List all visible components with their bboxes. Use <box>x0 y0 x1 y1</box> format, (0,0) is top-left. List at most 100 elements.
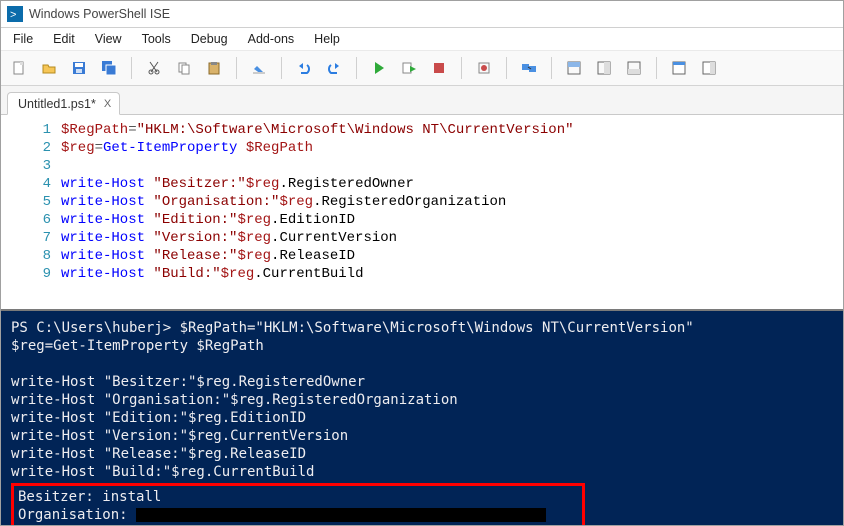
title-bar: > Windows PowerShell ISE <box>1 1 843 28</box>
layout-script-right-icon[interactable] <box>592 56 616 80</box>
line-number: 8 <box>43 248 51 264</box>
console-line: write-Host "Build:"$reg.CurrentBuild <box>11 464 314 480</box>
tab-label: Untitled1.ps1* <box>18 97 96 111</box>
app-window: > Windows PowerShell ISE File Edit View … <box>0 0 844 526</box>
console-line: write-Host "Release:"$reg.ReleaseID <box>11 446 306 462</box>
code-token: write-Host <box>61 176 153 192</box>
menu-view[interactable]: View <box>85 30 132 48</box>
open-file-icon[interactable] <box>37 56 61 80</box>
code-token: $reg <box>237 212 271 228</box>
code-token: "Version:" <box>153 230 237 246</box>
line-number: 9 <box>43 266 51 282</box>
code-token: $reg <box>61 140 95 156</box>
line-number: 4 <box>43 176 51 192</box>
output-value: install <box>102 489 161 505</box>
tab-strip: Untitled1.ps1* X <box>1 86 843 115</box>
code-token: $reg <box>221 266 255 282</box>
menu-edit[interactable]: Edit <box>43 30 85 48</box>
output-line: Organisation: <box>18 507 136 523</box>
save-all-icon[interactable] <box>97 56 121 80</box>
code-token: .CurrentBuild <box>254 266 363 282</box>
menu-tools[interactable]: Tools <box>132 30 181 48</box>
run-icon[interactable] <box>367 56 391 80</box>
line-gutter: 1 2 3 4 5 6 7 8 9 <box>1 121 61 303</box>
run-selection-icon[interactable] <box>397 56 421 80</box>
layout-script-max-icon[interactable] <box>622 56 646 80</box>
code-token: $RegPath <box>237 140 313 156</box>
code-token: = <box>128 122 136 138</box>
code-token: write-Host <box>61 194 153 210</box>
line-number: 5 <box>43 194 51 210</box>
script-editor[interactable]: 1 2 3 4 5 6 7 8 9 $RegPath="HKLM:\Softwa… <box>1 115 843 309</box>
code-token: $reg <box>237 230 271 246</box>
code-area[interactable]: $RegPath="HKLM:\Software\Microsoft\Windo… <box>61 121 843 303</box>
show-command-addon-icon[interactable] <box>697 56 721 80</box>
redo-icon[interactable] <box>322 56 346 80</box>
menu-bar: File Edit View Tools Debug Add-ons Help <box>1 28 843 50</box>
tab-close-icon[interactable]: X <box>104 98 111 110</box>
code-token: $RegPath <box>61 122 128 138</box>
code-token: .EditionID <box>271 212 355 228</box>
code-token: write-Host <box>61 230 153 246</box>
line-number: 1 <box>43 122 51 138</box>
code-token: "Edition:" <box>153 212 237 228</box>
line-number: 2 <box>43 140 51 156</box>
menu-addons[interactable]: Add-ons <box>238 30 305 48</box>
code-token: .CurrentVersion <box>271 230 397 246</box>
code-token: .RegisteredOrganization <box>313 194 506 210</box>
toolbar-separator <box>131 57 132 79</box>
output-highlight-box: Besitzer: install Organisation: Edition:… <box>11 483 585 525</box>
code-token: write-Host <box>61 212 153 228</box>
output-line: Besitzer: <box>18 489 102 505</box>
show-command-icon[interactable] <box>667 56 691 80</box>
code-token: write-Host <box>61 248 153 264</box>
menu-file[interactable]: File <box>3 30 43 48</box>
console-line: write-Host "Besitzer:"$reg.RegisteredOwn… <box>11 374 365 390</box>
script-tab[interactable]: Untitled1.ps1* X <box>7 92 120 115</box>
line-number: 6 <box>43 212 51 228</box>
code-token: .ReleaseID <box>271 248 355 264</box>
save-icon[interactable] <box>67 56 91 80</box>
toolbar-separator <box>356 57 357 79</box>
code-token: = <box>95 140 103 156</box>
console-line: write-Host "Edition:"$reg.EditionID <box>11 410 306 426</box>
svg-text:>: > <box>10 9 16 21</box>
remote-icon[interactable] <box>517 56 541 80</box>
clear-icon[interactable] <box>247 56 271 80</box>
code-token: Get-ItemProperty <box>103 140 237 156</box>
toolbar <box>1 50 843 86</box>
new-file-icon[interactable] <box>7 56 31 80</box>
code-token: "HKLM:\Software\Microsoft\Windows NT\Cur… <box>137 122 574 138</box>
toolbar-separator <box>506 57 507 79</box>
console-line: write-Host "Version:"$reg.CurrentVersion <box>11 428 348 444</box>
undo-icon[interactable] <box>292 56 316 80</box>
code-token: write-Host <box>61 266 153 282</box>
cut-icon[interactable] <box>142 56 166 80</box>
window-title: Windows PowerShell ISE <box>29 7 170 21</box>
code-token: "Organisation:" <box>153 194 279 210</box>
code-token: $reg <box>237 248 271 264</box>
code-token: "Build:" <box>153 266 220 282</box>
toolbar-separator <box>281 57 282 79</box>
console-pane[interactable]: PS C:\Users\huberj> $RegPath="HKLM:\Soft… <box>1 309 843 525</box>
menu-debug[interactable]: Debug <box>181 30 238 48</box>
breakpoint-icon[interactable] <box>472 56 496 80</box>
console-line: write-Host "Organisation:"$reg.Registere… <box>11 392 458 408</box>
console-line: $reg=Get-ItemProperty $RegPath <box>11 338 264 354</box>
toolbar-separator <box>461 57 462 79</box>
layout-script-top-icon[interactable] <box>562 56 586 80</box>
redacted-bar <box>136 508 546 522</box>
code-token: "Besitzer:" <box>153 176 245 192</box>
line-number: 3 <box>43 158 51 174</box>
toolbar-separator <box>656 57 657 79</box>
console-line: PS C:\Users\huberj> $RegPath="HKLM:\Soft… <box>11 320 694 336</box>
line-number: 7 <box>43 230 51 246</box>
console-output: PS C:\Users\huberj> $RegPath="HKLM:\Soft… <box>11 319 833 525</box>
copy-icon[interactable] <box>172 56 196 80</box>
app-icon: > <box>7 6 23 22</box>
menu-help[interactable]: Help <box>304 30 350 48</box>
code-token: "Release:" <box>153 248 237 264</box>
toolbar-separator <box>236 57 237 79</box>
stop-icon[interactable] <box>427 56 451 80</box>
paste-icon[interactable] <box>202 56 226 80</box>
